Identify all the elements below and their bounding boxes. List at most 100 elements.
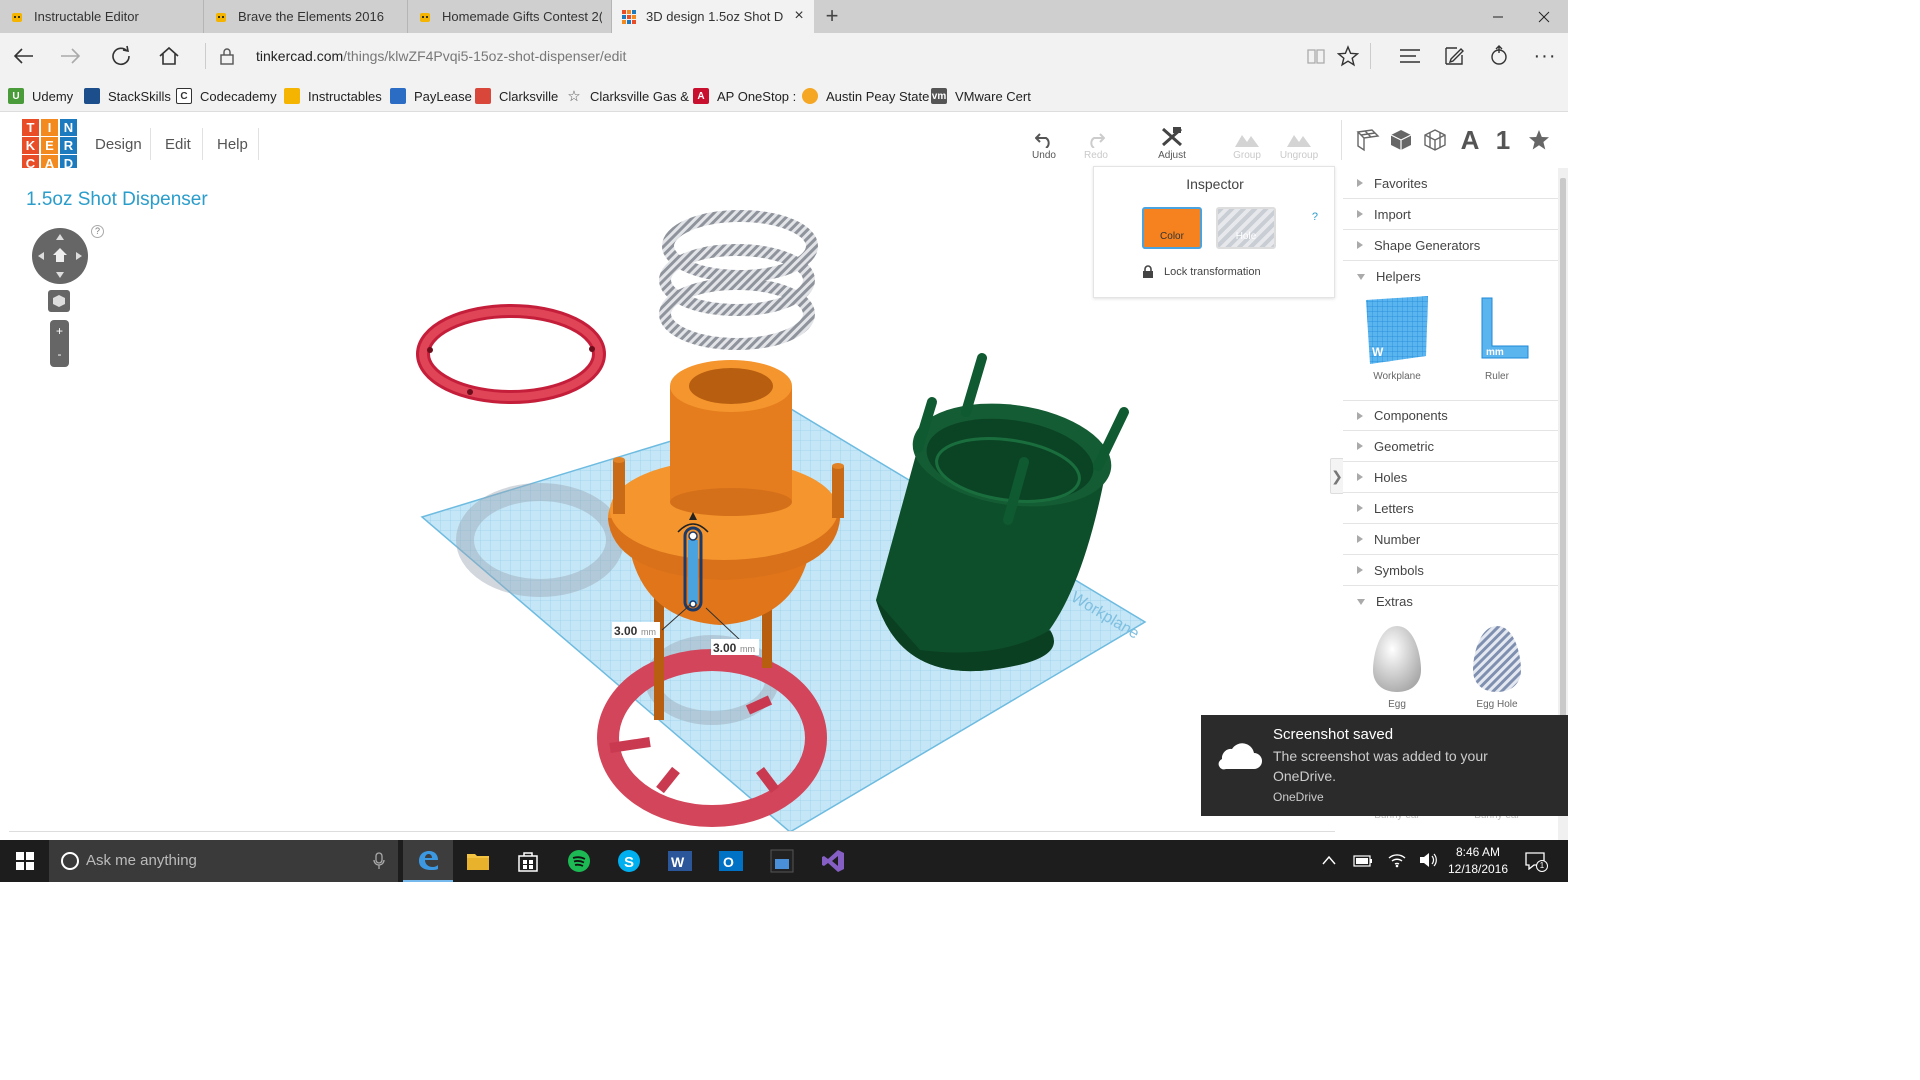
favorite-clarksville-gas[interactable]: ☆ Clarksville Gas & xyxy=(566,87,689,105)
favorite-ap-onestop[interactable]: A AP OneStop : xyxy=(693,87,796,105)
volume-icon[interactable] xyxy=(1419,852,1439,868)
zoom-out-button[interactable]: - xyxy=(50,343,69,366)
category-helpers[interactable]: Helpers xyxy=(1343,261,1558,292)
favorite-austin-peay[interactable]: Austin Peay State xyxy=(802,87,929,105)
share-button[interactable] xyxy=(1485,42,1513,70)
tab-brave-the-elements[interactable]: Brave the Elements 2016 xyxy=(204,0,408,33)
grid-view-button[interactable] xyxy=(1353,125,1383,155)
wifi-icon[interactable] xyxy=(1388,852,1406,868)
taskbar-store[interactable] xyxy=(503,840,553,882)
taskbar-visual-studio[interactable] xyxy=(808,840,858,882)
add-favorite-button[interactable] xyxy=(1334,42,1362,70)
category-holes[interactable]: Holes xyxy=(1343,462,1558,493)
menu-design[interactable]: Design xyxy=(95,136,142,153)
scrollbar-thumb[interactable] xyxy=(1560,178,1566,778)
show-hidden-icons-icon[interactable] xyxy=(1322,855,1336,865)
battery-icon[interactable] xyxy=(1353,854,1373,868)
taskbar-word[interactable]: W xyxy=(655,840,705,882)
more-actions-button[interactable]: ··· xyxy=(1531,42,1559,70)
taskbar-outlook[interactable]: O xyxy=(706,840,756,882)
ungroup-button[interactable]: Ungroup xyxy=(1274,124,1324,161)
menu-help[interactable]: Help xyxy=(217,136,248,153)
category-extras[interactable]: Extras xyxy=(1343,586,1558,617)
dimension-label-y[interactable]: 3.00 mm xyxy=(711,639,759,655)
inspector-help-icon[interactable]: ? xyxy=(1312,211,1318,223)
start-button[interactable] xyxy=(0,840,49,882)
extra-egg[interactable]: Egg xyxy=(1347,622,1447,710)
taskbar-spotify[interactable] xyxy=(554,840,604,882)
adjust-button[interactable]: Adjust xyxy=(1147,124,1197,161)
hub-button[interactable] xyxy=(1396,42,1424,70)
design-title[interactable]: 1.5oz Shot Dispenser xyxy=(26,189,208,211)
box-view-button[interactable] xyxy=(1386,125,1416,155)
category-symbols[interactable]: Symbols xyxy=(1343,555,1558,586)
reading-view-button[interactable] xyxy=(1302,42,1330,70)
favorite-stackskills[interactable]: StackSkills xyxy=(84,87,171,105)
category-import[interactable]: Import xyxy=(1343,199,1558,230)
favorite-instructables[interactable]: Instructables xyxy=(284,87,382,105)
redo-button[interactable]: Redo xyxy=(1071,124,1121,161)
favorites-star-button[interactable] xyxy=(1524,125,1554,155)
home-view-button[interactable] xyxy=(48,290,70,312)
taskbar-edge[interactable] xyxy=(403,840,453,882)
favorite-codecademy[interactable]: C Codecademy xyxy=(176,87,277,105)
close-window-button[interactable] xyxy=(1521,4,1567,30)
clarksville-icon xyxy=(475,88,491,104)
number-button[interactable]: 1 xyxy=(1488,125,1518,155)
tinkercad-logo[interactable]: TINKERCAD xyxy=(22,119,78,173)
favorite-clarksville[interactable]: Clarksville xyxy=(475,87,558,105)
category-letters[interactable]: Letters xyxy=(1343,493,1558,524)
tab-homemade-gifts[interactable]: Homemade Gifts Contest 2( xyxy=(408,0,612,33)
group-button[interactable]: Group xyxy=(1222,124,1272,161)
category-favorites[interactable]: Favorites xyxy=(1343,168,1558,199)
minimize-window-button[interactable] xyxy=(1475,4,1521,30)
action-center-button[interactable]: 1 xyxy=(1525,852,1548,872)
menu-edit[interactable]: Edit xyxy=(165,136,191,153)
lock-transformation-toggle[interactable]: Lock transformation xyxy=(1142,265,1261,279)
color-swatch-button[interactable]: Color xyxy=(1142,207,1202,249)
category-components[interactable]: Components xyxy=(1343,400,1558,431)
microphone-icon[interactable] xyxy=(373,852,385,870)
red-ring-shape[interactable] xyxy=(416,304,606,404)
new-tab-button[interactable]: + xyxy=(821,5,843,27)
home-button[interactable] xyxy=(155,42,183,70)
extra-egg-hole[interactable]: Egg Hole xyxy=(1447,622,1547,710)
wireframe-view-button[interactable] xyxy=(1420,125,1450,155)
view-help-icon[interactable]: ? xyxy=(91,225,104,238)
screenshot-saved-notification[interactable]: Screenshot saved The screenshot was adde… xyxy=(1201,715,1568,816)
favorite-udemy[interactable]: U Udemy xyxy=(8,87,73,105)
category-shape-generators[interactable]: Shape Generators xyxy=(1343,230,1558,261)
undo-button[interactable]: Undo xyxy=(1019,124,1069,161)
helper-workplane[interactable]: W Workplane xyxy=(1347,296,1447,382)
panel-collapse-toggle[interactable]: ❯ xyxy=(1330,458,1344,494)
taskbar-kindle[interactable] xyxy=(757,840,807,882)
tab-instructable-editor[interactable]: Instructable Editor xyxy=(0,0,204,33)
favorite-label: PayLease xyxy=(414,88,472,104)
system-clock[interactable]: 8:46 AM 12/18/2016 xyxy=(1438,844,1518,878)
favorite-paylease[interactable]: PayLease xyxy=(390,87,472,105)
taskbar-skype[interactable]: S xyxy=(604,840,654,882)
close-tab-icon[interactable]: × xyxy=(792,8,806,24)
store-bag-icon xyxy=(518,852,538,872)
address-bar: tinkercad.com/things/klwZF4Pvqi5-15oz-sh… xyxy=(0,33,1568,79)
tab-3d-design[interactable]: 3D design 1.5oz Shot D × xyxy=(612,0,814,33)
helper-ruler[interactable]: mm Ruler xyxy=(1447,296,1547,382)
lock-label: Lock transformation xyxy=(1164,266,1261,278)
cortana-search-box[interactable]: Ask me anything xyxy=(49,840,398,882)
hole-swatch-button[interactable]: Hole xyxy=(1216,207,1276,249)
zoom-in-button[interactable]: + xyxy=(50,320,69,343)
web-note-button[interactable] xyxy=(1440,42,1468,70)
forward-button[interactable] xyxy=(57,42,85,70)
taskbar-file-explorer[interactable] xyxy=(453,840,503,882)
category-geometric[interactable]: Geometric xyxy=(1343,431,1558,462)
letters-button[interactable]: A xyxy=(1455,125,1485,155)
refresh-button[interactable] xyxy=(107,42,135,70)
favorite-vmware[interactable]: vm VMware Cert xyxy=(931,87,1031,105)
dimension-label-x[interactable]: 3.00 mm xyxy=(612,622,660,638)
back-button[interactable] xyxy=(9,42,37,70)
url-field[interactable]: tinkercad.com/things/klwZF4Pvqi5-15oz-sh… xyxy=(256,48,626,64)
hole-coil-shape[interactable] xyxy=(659,210,818,350)
orbit-control[interactable] xyxy=(32,228,88,284)
notification-title: Screenshot saved xyxy=(1273,726,1394,743)
category-number[interactable]: Number xyxy=(1343,524,1558,555)
